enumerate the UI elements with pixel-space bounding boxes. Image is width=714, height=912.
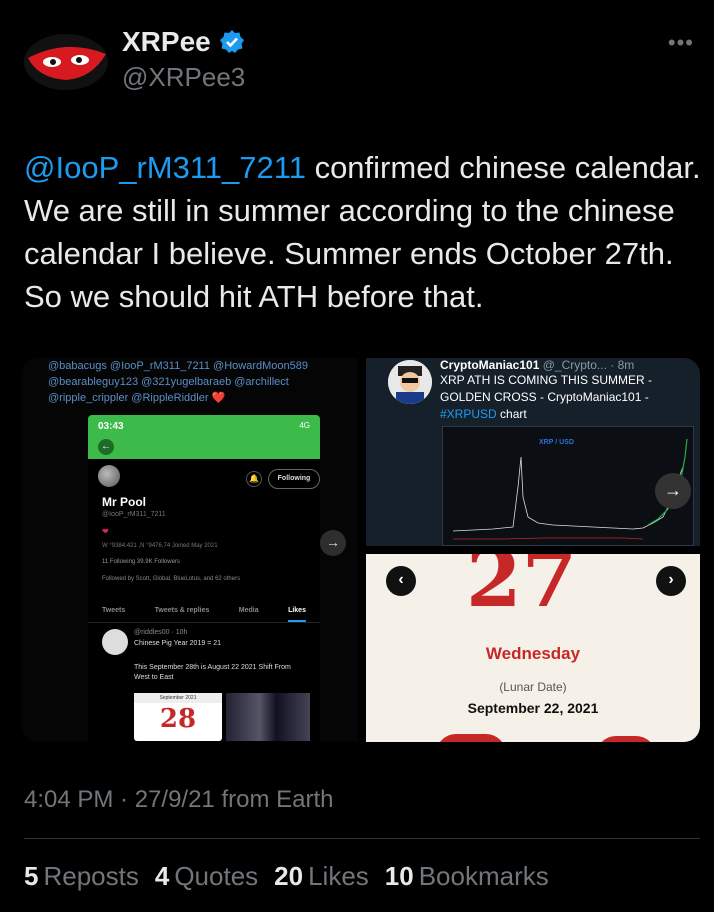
forward-arrow-icon: → bbox=[320, 530, 346, 556]
following-button: Following bbox=[268, 469, 320, 489]
divider bbox=[24, 838, 700, 839]
chevron-left-icon: ‹ bbox=[386, 566, 416, 596]
mention-list: @babacugs @IooP_rM311_7211 @HowardMoon58… bbox=[48, 358, 348, 406]
phone-time: 03:43 bbox=[98, 421, 124, 432]
media-image-profile[interactable]: @babacugs @IooP_rM311_7211 @HowardMoon58… bbox=[22, 358, 358, 742]
profile-avatar bbox=[98, 465, 120, 487]
tab-media: Media bbox=[238, 607, 259, 614]
calendar-decoration bbox=[596, 736, 656, 742]
calendar-weekday: Wednesday bbox=[485, 644, 581, 663]
mention-link[interactable]: @IooP_rM311_7211 bbox=[24, 150, 306, 185]
profile-follow-counts: 11 Following 39.9K Followers bbox=[102, 559, 180, 565]
embedded-tweet-head: @riddles00 · 10h bbox=[134, 629, 188, 636]
embedded-tweet-body: Chinese Pig Year 2019 = 21 bbox=[134, 640, 221, 647]
profile-followed-by: Followed by Scott, Global, BlueLotus, an… bbox=[102, 576, 241, 582]
phone-status-bar: 03:43 4G ← bbox=[88, 415, 320, 459]
chart-tweet-handle: @_Crypto... · 8m bbox=[542, 358, 635, 372]
image-collage bbox=[226, 693, 310, 741]
mention-line: @bearableguy123 @321yugelbaraeb @archill… bbox=[48, 376, 289, 388]
media-grid[interactable]: @babacugs @IooP_rM311_7211 @HowardMoon58… bbox=[22, 358, 700, 742]
profile-name: Mr Pool bbox=[102, 495, 146, 509]
mention-line: @babacugs @IooP_rM311_7211 @HowardMoon58… bbox=[48, 360, 308, 372]
chevron-right-icon: › bbox=[656, 566, 686, 596]
next-media-arrow-icon[interactable]: → bbox=[655, 473, 691, 509]
media-image-calendar[interactable]: 27 ‹ › Wednesday (Lunar Date) September … bbox=[366, 554, 700, 742]
display-name[interactable]: XRPee bbox=[122, 26, 211, 58]
mini-calendar-head: September 2021 bbox=[134, 693, 222, 703]
reposts-label: Reposts bbox=[43, 861, 139, 891]
chart-hashtag: #XRPUSD bbox=[440, 407, 497, 421]
engagement-stats: 5 Reposts 4 Quotes 20 Likes 10 Bookmarks bbox=[24, 861, 549, 892]
chart-tweet-tail: chart bbox=[496, 407, 527, 421]
embedded-tweet-body-2: This September 28th is August 22 2021 Sh… bbox=[134, 664, 291, 681]
bookmarks-count: 10 bbox=[384, 861, 414, 891]
chart-tweet-text: XRP ATH IS COMING THIS SUMMER - GOLDEN C… bbox=[440, 372, 692, 423]
more-options-icon[interactable]: ••• bbox=[668, 30, 694, 56]
timestamp[interactable]: 4:04 PM · 27/9/21 from Earth bbox=[24, 786, 333, 814]
quotes-label: Quotes bbox=[174, 861, 259, 891]
likes-label: Likes bbox=[308, 861, 369, 891]
back-arrow-icon: ← bbox=[98, 439, 114, 455]
mention-line: @ripple_crippler @RippleRiddler ❤️ bbox=[48, 392, 226, 404]
reposts-count: 5 bbox=[24, 861, 39, 891]
name-row: XRPee bbox=[122, 26, 245, 58]
quotes-stat[interactable]: 4 Quotes bbox=[155, 861, 258, 892]
reposts-stat[interactable]: 5 Reposts bbox=[24, 861, 139, 892]
calendar-decoration bbox=[436, 734, 506, 742]
bookmarks-label: Bookmarks bbox=[418, 861, 549, 891]
chart-tweet-author: CryptoManiac101 bbox=[440, 358, 540, 372]
phone-signal: 4G bbox=[299, 421, 310, 430]
tab-tweets: Tweets bbox=[102, 607, 126, 614]
calendar-date: September 22, 2021 bbox=[467, 700, 599, 716]
profile-tabs: Tweets Tweets & replies Media Likes bbox=[88, 601, 320, 623]
calendar-lunar-label: (Lunar Date) bbox=[499, 680, 567, 694]
handle[interactable]: @XRPee3 bbox=[122, 62, 245, 93]
heart-icon: ❤ bbox=[102, 527, 109, 536]
likes-count: 20 bbox=[274, 861, 304, 891]
mini-calendar-number: 28 bbox=[159, 704, 197, 734]
verified-badge-icon bbox=[219, 30, 244, 53]
mini-calendar: September 2021 28 bbox=[134, 693, 222, 741]
likes-stat[interactable]: 20 Likes bbox=[274, 861, 369, 892]
media-image-chart[interactable]: CryptoManiac101 @_Crypto... · 8m XRP ATH… bbox=[366, 358, 700, 546]
cryptomaniac-avatar bbox=[388, 360, 432, 404]
chart-tweet-body: XRP ATH IS COMING THIS SUMMER - GOLDEN C… bbox=[440, 373, 653, 404]
phone-screenshot: 03:43 4G ← 🔔 Following Mr Pool @IooP_rM3… bbox=[88, 415, 320, 742]
chart-tweet-head: CryptoManiac101 @_Crypto... · 8m bbox=[440, 358, 634, 372]
avatar[interactable] bbox=[22, 28, 110, 94]
profile-meta: W °9384.421 ,N °9476.74 Joined May 2021 bbox=[102, 543, 218, 549]
tweet-text: @IooP_rM311_7211 confirmed chinese calen… bbox=[24, 146, 704, 318]
profile-handle: @IooP_rM311_7211 bbox=[102, 511, 166, 518]
quotes-count: 4 bbox=[154, 861, 170, 891]
embedded-avatar bbox=[102, 629, 128, 655]
calendar-big-number: 27 bbox=[466, 554, 578, 625]
bookmarks-stat[interactable]: 10 Bookmarks bbox=[385, 861, 549, 892]
tab-likes: Likes bbox=[288, 601, 306, 622]
tweet-header: XRPee @XRPee3 ••• bbox=[0, 0, 714, 110]
tab-replies: Tweets & replies bbox=[154, 607, 210, 614]
bell-icon: 🔔 bbox=[246, 471, 262, 487]
